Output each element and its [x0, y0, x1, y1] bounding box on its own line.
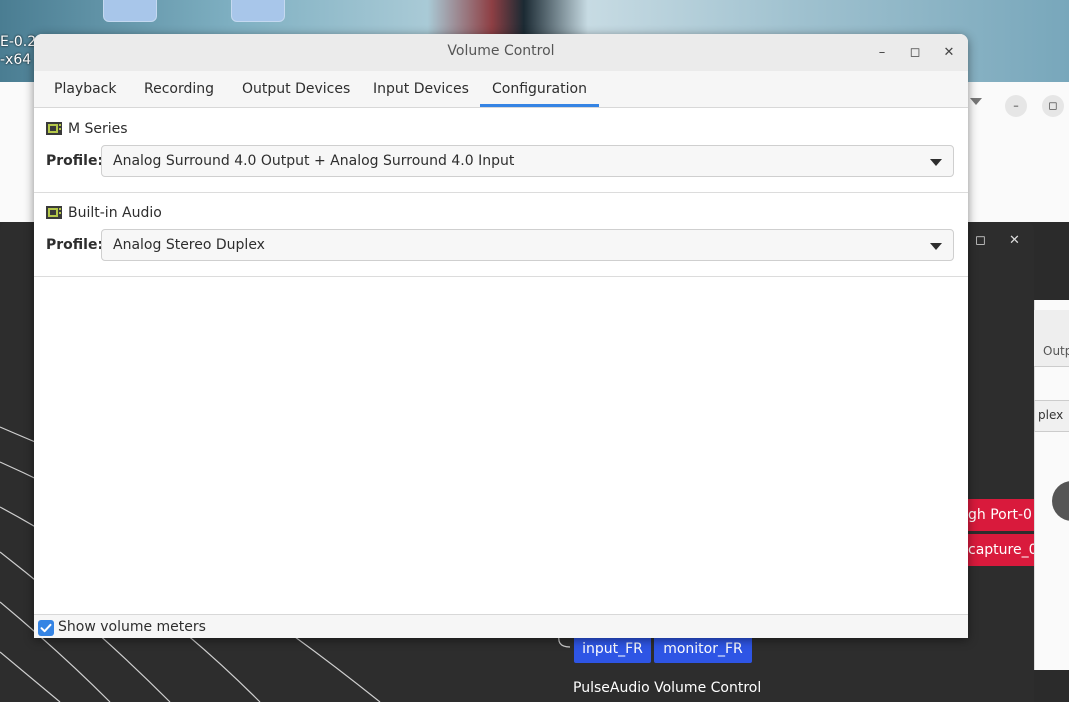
chevron-down-icon	[930, 159, 942, 166]
maximize-icon[interactable]: ◻	[975, 233, 986, 248]
footer-bar: Show volume meters	[34, 614, 968, 638]
background-combo-label: plex	[1038, 408, 1064, 422]
sound-card-icon	[46, 122, 62, 135]
maximize-button[interactable]: ◻	[903, 41, 927, 65]
patchbay-node-port[interactable]: input_FR	[574, 636, 651, 663]
show-volume-meters-checkbox[interactable]	[38, 620, 54, 636]
chevron-down-icon[interactable]	[970, 98, 982, 105]
profile-dropdown-value: Analog Stereo Duplex	[113, 237, 265, 253]
tab-input-devices[interactable]: Input Devices	[361, 71, 481, 107]
background-combo[interactable]: plex	[1034, 400, 1069, 432]
close-icon[interactable]: ✕	[1009, 233, 1020, 248]
desktop-icon[interactable]	[231, 0, 285, 22]
patchbay-node-caption: PulseAudio Volume Control	[573, 680, 762, 696]
chevron-down-icon	[930, 243, 942, 250]
profile-label: Profile:	[46, 153, 104, 169]
window-title: Volume Control	[447, 43, 555, 59]
patchbay-node-port[interactable]: capture_0)	[968, 534, 1034, 566]
tab-bar: Playback Recording Output Devices Input …	[34, 71, 968, 108]
minimize-button[interactable]: –	[870, 41, 894, 65]
volume-control-window: Volume Control – ◻ ✕ Playback Recording …	[34, 34, 968, 638]
tab-playback[interactable]: Playback	[42, 71, 128, 107]
desktop-icon[interactable]	[103, 0, 157, 22]
profile-label: Profile:	[46, 237, 104, 253]
card-m-series: M Series Profile: Analog Surround 4.0 Ou…	[34, 108, 968, 193]
minimize-icon[interactable]: –	[1005, 95, 1027, 117]
patchbay-node-port[interactable]: monitor_FR	[654, 636, 752, 663]
patchbay-node-port[interactable]: gh Port-0	[968, 499, 1034, 531]
profile-dropdown[interactable]: Analog Surround 4.0 Output + Analog Surr…	[101, 145, 954, 177]
title-bar[interactable]: Volume Control – ◻ ✕	[34, 34, 968, 72]
tab-configuration[interactable]: Configuration	[480, 71, 599, 107]
tab-recording[interactable]: Recording	[132, 71, 226, 107]
show-volume-meters-label[interactable]: Show volume meters	[58, 619, 206, 635]
sound-card-icon	[46, 206, 62, 219]
profile-dropdown[interactable]: Analog Stereo Duplex	[101, 229, 954, 261]
close-button[interactable]: ✕	[937, 41, 961, 65]
desktop-icon-label: E-0.2	[0, 34, 37, 50]
card-name: Built-in Audio	[68, 205, 162, 221]
checkmark-icon	[40, 623, 52, 633]
maximize-icon[interactable]: ◻	[1042, 95, 1064, 117]
background-tab-strip[interactable]: Outp	[1034, 310, 1069, 367]
background-tab-label: Outp	[1043, 344, 1069, 358]
tab-output-devices[interactable]: Output Devices	[230, 71, 362, 107]
card-name: M Series	[68, 121, 128, 137]
desktop-icon-label: -x64	[0, 52, 32, 68]
profile-dropdown-value: Analog Surround 4.0 Output + Analog Surr…	[113, 153, 515, 169]
card-built-in-audio: Built-in Audio Profile: Analog Stereo Du…	[34, 192, 968, 277]
